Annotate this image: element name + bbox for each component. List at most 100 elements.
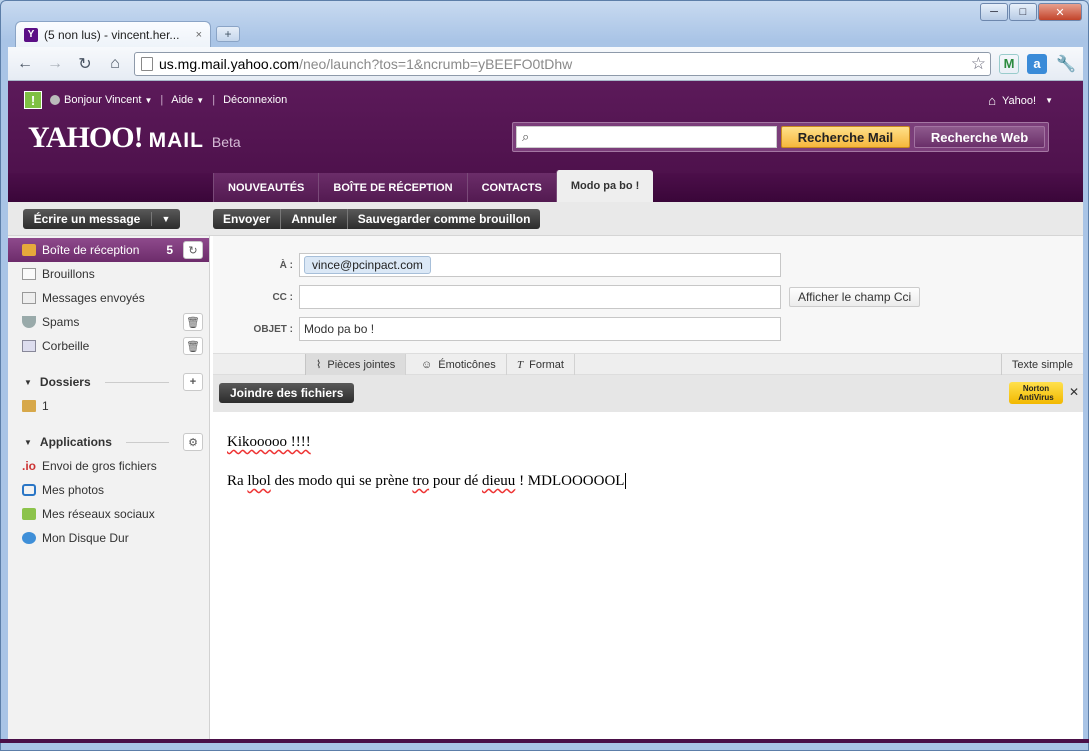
section-title: Dossiers <box>39 375 91 389</box>
sidebar-item-big-files[interactable]: .io Envoi de gros fichiers <box>8 454 209 478</box>
format-icon: T <box>517 358 524 371</box>
add-folder-icon[interactable]: + <box>183 373 203 391</box>
search-input[interactable] <box>517 127 776 147</box>
to-field[interactable]: vince@pcinpact.com <box>299 253 781 277</box>
send-button[interactable]: Envoyer <box>213 209 280 229</box>
url-path: /neo/launch?tos=1&ncrumb=yBEEFO0tDhw <box>299 55 573 72</box>
sidebar-item-label: Mes réseaux sociaux <box>42 507 155 521</box>
new-tab-button[interactable]: + <box>216 26 240 42</box>
compose-header: À : vince@pcinpact.com CC : Afficher le … <box>213 236 1083 353</box>
gear-icon[interactable]: ⚙ <box>183 433 203 451</box>
logo-mail: MAIL <box>148 129 204 152</box>
attachments-label: Pièces jointes <box>327 358 396 371</box>
save-draft-button[interactable]: Sauvegarder comme brouillon <box>346 209 541 229</box>
address-bar[interactable]: us.mg.mail.yahoo.com/neo/launch?tos=1&nc… <box>134 51 991 76</box>
cc-row: CC : Afficher le champ Cci <box>213 285 921 309</box>
divider <box>104 381 169 383</box>
yahoo-home-menu[interactable]: ⌂ Yahoo! ▼ <box>988 93 1053 108</box>
back-icon[interactable]: ← <box>14 53 36 75</box>
gmail-extension-icon[interactable]: M <box>999 53 1019 74</box>
sidebar-item-inbox[interactable]: Boîte de réception 5 ↻ <box>8 238 209 262</box>
maximize-button[interactable]: □ <box>1009 3 1037 21</box>
drafts-icon <box>22 268 36 280</box>
sidebar-item-label: Envoi de gros fichiers <box>42 459 157 473</box>
sidebar-item-disk[interactable]: Mon Disque Dur <box>8 526 209 550</box>
extension-icon[interactable]: a <box>1027 53 1047 74</box>
sidebar-item-social[interactable]: Mes réseaux sociaux <box>8 502 209 526</box>
tab-close-icon[interactable]: × <box>196 29 202 41</box>
search-mail-button[interactable]: Recherche Mail <box>780 126 910 148</box>
reload-icon[interactable]: ↻ <box>74 53 96 75</box>
attach-files-button[interactable]: Joindre des fichiers <box>219 383 355 403</box>
body-text: lbol <box>247 473 271 489</box>
yahoo-exclaim-icon[interactable]: ! <box>24 91 42 109</box>
body-line-2: Ra lbol des modo qui se prène tro pour d… <box>227 473 1069 490</box>
tab-nouveautes[interactable]: NOUVEAUTÉS <box>213 173 319 202</box>
subject-field[interactable]: Modo pa bo ! <box>299 317 781 341</box>
message-actions: Envoyer Annuler Sauvegarder comme brouil… <box>213 209 541 229</box>
logout-link[interactable]: Déconnexion <box>223 94 287 106</box>
url-host: us.mg.mail.yahoo.com <box>159 55 300 72</box>
cc-field[interactable] <box>299 285 781 309</box>
yahoo-home-label: Yahoo! <box>1002 94 1037 107</box>
cancel-button[interactable]: Annuler <box>280 209 346 229</box>
recipient-chip[interactable]: vince@pcinpact.com <box>304 256 431 274</box>
bookmark-star-icon[interactable]: ☆ <box>971 54 986 74</box>
page-bottom-bar <box>0 739 1089 743</box>
search-web-button[interactable]: Recherche Web <box>914 126 1045 148</box>
show-bcc-button[interactable]: Afficher le champ Cci <box>789 287 921 307</box>
body-text: tro <box>412 473 430 489</box>
camera-icon <box>22 484 36 496</box>
utility-bar: ! Bonjour Vincent ▼ | Aide ▼ | Déconnexion <box>24 91 287 109</box>
compose-button[interactable]: Écrire un message ▼ <box>23 209 180 229</box>
plain-text-button[interactable]: Texte simple <box>1000 354 1083 375</box>
folder-icon <box>22 400 36 412</box>
body-text: Kikooooo !!!! <box>227 434 311 450</box>
forward-icon[interactable]: → <box>44 53 66 75</box>
sent-icon <box>22 292 36 304</box>
applications-section[interactable]: ▼ Applications ⚙ <box>8 430 209 454</box>
attachments-button[interactable]: ⌇ Pièces jointes <box>305 354 407 375</box>
to-row: À : vince@pcinpact.com <box>213 253 781 277</box>
sidebar-item-drafts[interactable]: Brouillons <box>8 262 209 286</box>
format-button[interactable]: T Format <box>507 354 575 375</box>
text-cursor <box>625 473 627 489</box>
minimize-button[interactable]: ─ <box>980 3 1008 21</box>
dossiers-section[interactable]: ▼ Dossiers + <box>8 370 209 394</box>
tab-compose-message[interactable]: Modo pa bo ! <box>555 170 654 202</box>
home-icon[interactable]: ⌂ <box>104 53 126 75</box>
unread-count: 5 <box>166 243 173 257</box>
format-label: Format <box>529 358 564 371</box>
help-menu[interactable]: Aide ▼ <box>171 94 204 106</box>
sidebar-item-trash[interactable]: Corbeille 🗑 <box>8 334 209 358</box>
sidebar-item-label: Mon Disque Dur <box>42 531 129 545</box>
emoticons-label: Émoticônes <box>438 358 496 371</box>
sidebar-item-sent[interactable]: Messages envoyés <box>8 286 209 310</box>
caret-down-icon[interactable]: ▼ <box>152 214 180 224</box>
subject-label: OBJET : <box>253 323 293 335</box>
sidebar-item-photos[interactable]: Mes photos <box>8 478 209 502</box>
search-icon: ⌕ <box>522 129 530 144</box>
body-text: pour dé <box>429 473 482 489</box>
tab-contacts[interactable]: CONTACTS <box>466 173 556 202</box>
greeting-menu[interactable]: Bonjour Vincent ▼ <box>50 94 152 106</box>
trash-icon[interactable]: 🗑 <box>183 337 203 355</box>
tab-inbox[interactable]: BOÎTE DE RÉCEPTION <box>318 173 467 202</box>
logo-yahoo: YAHOO! <box>28 121 144 154</box>
refresh-icon[interactable]: ↻ <box>183 241 203 259</box>
message-body-editor[interactable]: Kikooooo !!!! Ra lbol des modo qui se pr… <box>213 412 1083 741</box>
caret-down-icon: ▼ <box>144 96 153 105</box>
greeting-label: Bonjour Vincent <box>64 94 142 106</box>
browser-tab[interactable]: Y (5 non lus) - vincent.her... × <box>15 21 211 47</box>
close-icon[interactable]: ✕ <box>1069 385 1079 399</box>
trash-icon <box>22 340 36 352</box>
sidebar-item-spam[interactable]: Spams 🗑 <box>8 310 209 334</box>
yahoo-mail-logo[interactable]: YAHOO! MAIL Beta <box>28 121 241 155</box>
sidebar-item-label: Corbeille <box>42 339 90 353</box>
close-window-button[interactable]: ✕ <box>1038 3 1082 21</box>
caret-down-icon: ▼ <box>24 437 32 447</box>
sidebar-item-folder-1[interactable]: 1 <box>8 394 209 418</box>
wrench-icon[interactable]: 🔧 <box>1055 53 1077 75</box>
trash-icon[interactable]: 🗑 <box>183 313 203 331</box>
emoticons-button[interactable]: ☺ Émoticônes <box>411 354 507 375</box>
